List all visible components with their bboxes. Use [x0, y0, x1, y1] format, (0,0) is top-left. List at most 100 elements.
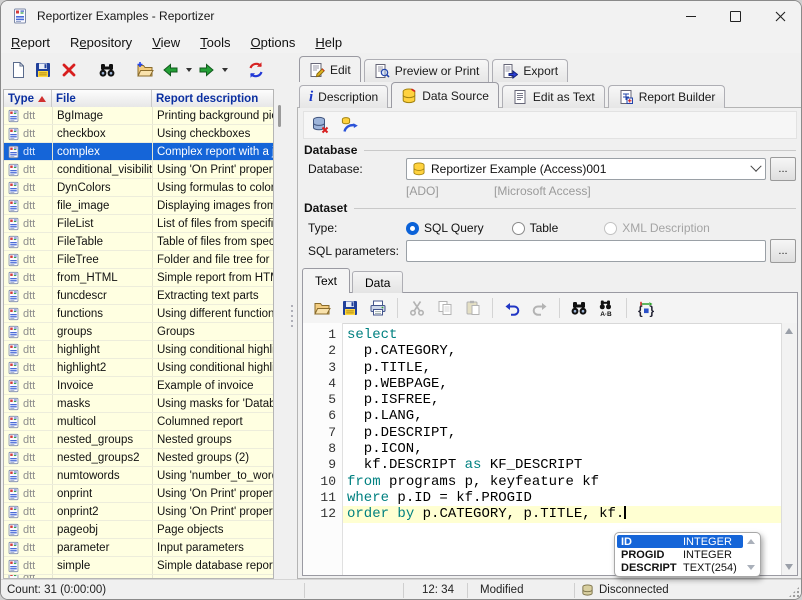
database-combobox[interactable]: Reportizer Example (Access)001 [406, 158, 766, 180]
minimize-button[interactable] [668, 1, 713, 31]
code-line[interactable]: p.CATEGORY, [343, 343, 781, 359]
radio-table[interactable]: Table [512, 221, 559, 235]
menu-tools[interactable]: Tools [190, 33, 240, 52]
tab-report-builder[interactable]: Report Builder [608, 85, 726, 108]
code-line[interactable]: p.DESCRIPT, [343, 425, 781, 441]
save-file-button[interactable] [337, 296, 363, 321]
table-row[interactable]: dtt BgImage Printing background pictu [4, 107, 273, 125]
menu-help[interactable]: Help [305, 33, 352, 52]
table-row[interactable]: dtt numtowords Using 'number_to_words [4, 467, 273, 485]
code-line[interactable]: p.TITLE, [343, 360, 781, 376]
table-row[interactable]: dtt checkbox Using checkboxes [4, 125, 273, 143]
editor-scrollbar[interactable] [781, 323, 797, 575]
autocomplete-item[interactable]: DESCRIPTTEXT(254) [617, 561, 743, 574]
panel-splitter[interactable] [286, 53, 297, 579]
autocomplete-item[interactable]: IDINTEGER [617, 535, 743, 548]
file-type-cell: dtt [4, 341, 52, 358]
back-dropdown-button[interactable] [183, 57, 194, 84]
table-row[interactable]: dtt onprint2 Using 'On Print' property [4, 503, 273, 521]
table-row[interactable]: dtt nested_groups Nested groups [4, 431, 273, 449]
find-report-button[interactable] [94, 57, 120, 84]
radio-sql-query[interactable]: SQL Query [406, 221, 484, 235]
table-row[interactable]: dtt conditional_visibility Using 'On Pri… [4, 161, 273, 179]
table-row[interactable]: dtt FileTable Table of files from specif… [4, 233, 273, 251]
autocomplete-item[interactable]: PROGIDINTEGER [617, 548, 743, 561]
divider [559, 298, 560, 318]
reopen-dataset-button[interactable] [337, 113, 363, 138]
refresh-button[interactable] [243, 57, 269, 84]
tab-preview-or-print[interactable]: Preview or Print [364, 59, 490, 82]
table-row[interactable]: dtt from_HTML Simple report from HTML [4, 269, 273, 287]
menu-repository[interactable]: Repository [60, 33, 142, 52]
table-row[interactable]: dtt DynColors Using formulas to color re [4, 179, 273, 197]
scroll-down-icon[interactable] [747, 565, 755, 570]
code-line[interactable]: select [343, 327, 781, 343]
scroll-up-icon[interactable] [785, 328, 793, 334]
tab-data-source[interactable]: Data Source [391, 82, 499, 108]
code-line[interactable]: where p.ID = kf.PROGID [343, 490, 781, 506]
scrollbar-thumb[interactable] [278, 105, 281, 127]
code-line[interactable]: kf.DESCRIPT as KF_DESCRIPT [343, 457, 781, 473]
tab-text[interactable]: Text [302, 268, 350, 293]
menu-view[interactable]: View [142, 33, 190, 52]
maximize-button[interactable] [713, 1, 758, 31]
column-header-type[interactable]: Type [4, 90, 52, 107]
sql-parameters-input[interactable] [406, 240, 766, 262]
delete-report-button[interactable] [56, 57, 82, 84]
database-browse-button[interactable]: ... [770, 157, 796, 181]
scroll-down-icon[interactable] [785, 564, 793, 570]
print-button[interactable] [365, 296, 391, 321]
tab-edit[interactable]: Edit [299, 56, 361, 82]
open-repository-button[interactable] [132, 57, 158, 84]
code-line[interactable]: p.ISFREE, [343, 392, 781, 408]
table-row[interactable]: dtt functions Using different functions [4, 305, 273, 323]
table-row[interactable]: dtt complex Complex report with a jo [4, 143, 273, 161]
disconnect-database-button[interactable] [307, 113, 333, 138]
replace-button[interactable] [594, 296, 620, 321]
insert-fields-button[interactable] [633, 296, 659, 321]
code-line[interactable]: p.ICON, [343, 441, 781, 457]
back-button[interactable] [157, 57, 183, 84]
tab-edit-as-text[interactable]: Edit as Text [502, 85, 605, 108]
table-row[interactable]: dtt FileList List of files from specifie… [4, 215, 273, 233]
table-row[interactable]: dtt onprint Using 'On Print' property [4, 485, 273, 503]
table-row[interactable]: dtt highlight2 Using conditional highlig… [4, 359, 273, 377]
table-row[interactable]: dtt simple Simple database report [4, 557, 273, 575]
table-row[interactable]: dtt file_image Displaying images from fi [4, 197, 273, 215]
menu-options[interactable]: Options [241, 33, 306, 52]
table-row[interactable]: dtt groups Groups [4, 323, 273, 341]
column-header-file[interactable]: File [52, 90, 152, 107]
scroll-up-icon[interactable] [747, 539, 755, 544]
table-row[interactable]: dtt funcdescr Extracting text parts [4, 287, 273, 305]
forward-button[interactable] [194, 57, 220, 84]
table-row[interactable]: dtt nested_groups2 Nested groups (2) [4, 449, 273, 467]
table-row[interactable]: dtt pageobj Page objects [4, 521, 273, 539]
open-file-button[interactable] [309, 296, 335, 321]
table-row[interactable]: dtt multicol Columned report [4, 413, 273, 431]
menu-report[interactable]: Report [1, 33, 60, 52]
titlebar[interactable]: Reportizer Examples - Reportizer [1, 1, 802, 31]
new-report-button[interactable] [5, 57, 31, 84]
close-button[interactable] [758, 1, 802, 31]
table-row[interactable]: dtt Invoice Example of invoice [4, 377, 273, 395]
sql-parameters-browse-button[interactable]: ... [770, 239, 796, 263]
forward-dropdown-button[interactable] [220, 57, 231, 84]
resize-grip[interactable] [789, 587, 799, 597]
tab-data[interactable]: Data [352, 271, 403, 293]
save-report-button[interactable] [31, 57, 57, 84]
code-line[interactable]: p.LANG, [343, 408, 781, 424]
column-header-description[interactable]: Report description [152, 90, 273, 107]
tab-description[interactable]: Description [299, 85, 388, 108]
code-line[interactable]: order by p.CATEGORY, p.TITLE, kf. [343, 506, 781, 522]
list-scrollbar[interactable] [275, 89, 285, 579]
autocomplete-scrollbar[interactable] [744, 535, 758, 574]
table-row[interactable]: dtt masks Using masks for 'Databas [4, 395, 273, 413]
code-line[interactable]: p.WEBPAGE, [343, 376, 781, 392]
table-row[interactable]: dtt highlight Using conditional highligh [4, 341, 273, 359]
code-line[interactable]: from programs p, keyfeature kf [343, 474, 781, 490]
tab-export[interactable]: Export [492, 59, 568, 82]
table-row[interactable]: dtt FileTree Folder and file tree for sp [4, 251, 273, 269]
table-row[interactable]: dtt parameter Input parameters [4, 539, 273, 557]
undo-button[interactable] [499, 296, 525, 321]
find-button[interactable] [566, 296, 592, 321]
